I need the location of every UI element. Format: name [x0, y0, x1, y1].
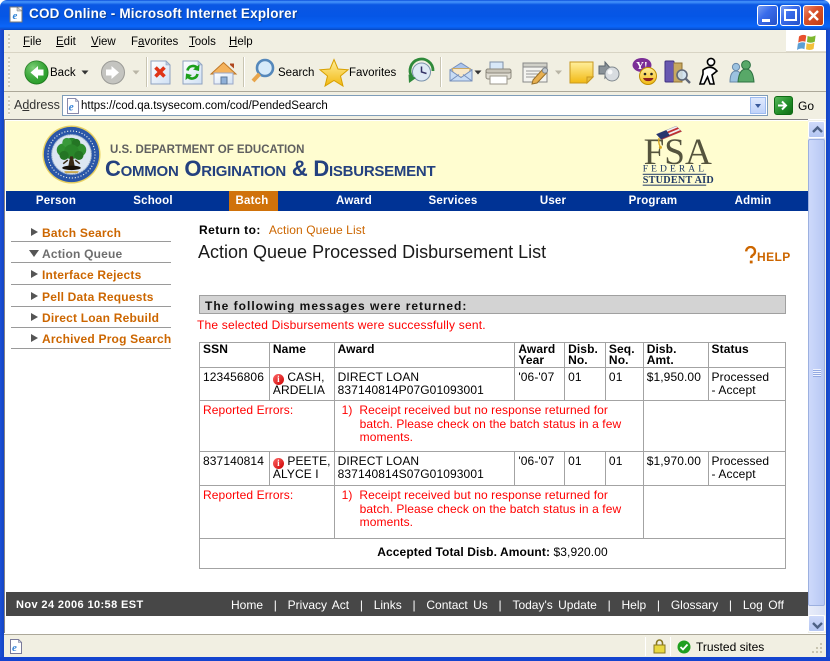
- svg-text:e: e: [69, 102, 74, 114]
- svg-text:STUDENT AID: STUDENT AID: [643, 175, 714, 186]
- svg-text:e: e: [13, 10, 18, 22]
- svg-text:FEDERAL: FEDERAL: [643, 164, 707, 174]
- svg-text:e: e: [12, 642, 17, 654]
